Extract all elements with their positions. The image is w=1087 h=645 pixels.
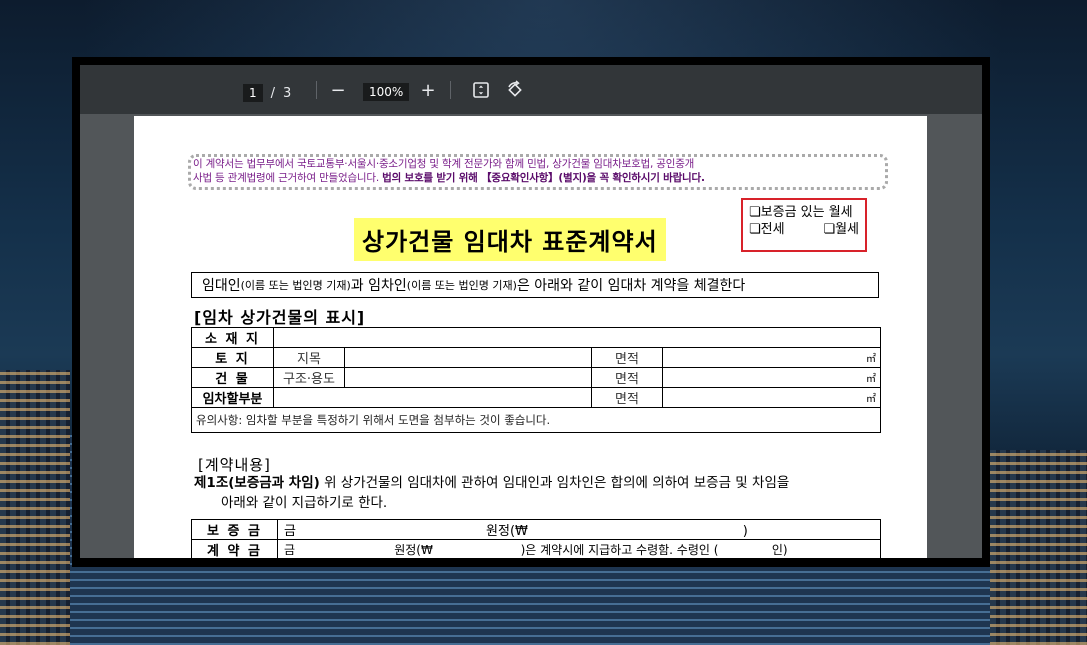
document-page: 이 계약서는 법무부에서 국토교통부·서울시·중소기업청 및 학계 전문가와 함…	[134, 116, 927, 558]
lease-type-box: ❏보증금 있는 월세 ❏전세 ❏월세	[741, 198, 867, 252]
landlord-label: 임대인	[202, 278, 241, 294]
area-label: 면적	[591, 367, 663, 388]
page-separator: /	[270, 85, 276, 101]
parties-statement: 임대인 (이름 또는 법인명 기재) 과 임차인 (이름 또는 법인명 기재) 은 아래…	[191, 272, 879, 298]
table-note: 유의사항: 임차할 부분을 특정하기 위해서 도면을 첨부하는 것이 좋습니다.	[191, 407, 881, 433]
payment-table: 보 증 금 금 원정(₩ ) 계 약 금 금 원정(₩)은 계약시에 지급하고…	[191, 519, 881, 558]
area-unit[interactable]: ㎡	[662, 387, 881, 408]
area-label: 면적	[591, 347, 663, 368]
building	[0, 370, 70, 645]
rotate-icon	[508, 80, 522, 97]
zoom-out-button[interactable]: −	[326, 78, 350, 102]
table-row: 유의사항: 임차할 부분을 특정하기 위해서 도면을 첨부하는 것이 좋습니다.	[191, 407, 881, 433]
lease-part-cell[interactable]	[273, 387, 592, 408]
table-row: 보 증 금 금 원정(₩ )	[191, 519, 881, 540]
table-row: 토 지 지목 면적 ㎡	[191, 347, 881, 368]
pdf-viewer: 1 / 3 − 100% + 이 계약서는 법무부에서 국토교통부·서울시·중소…	[72, 57, 990, 567]
lease-option-monthly[interactable]: ❏월세	[823, 221, 859, 238]
building	[110, 560, 990, 645]
total-pages: 3	[283, 85, 292, 101]
sub-header: 지목	[273, 347, 345, 368]
pdf-toolbar: 1 / 3 − 100% +	[80, 65, 982, 114]
notice-bold: 법의 보호를 받기 위해 【중요확인사항】(별지)을 꼭 확인하시기 바랍니다.	[382, 172, 705, 184]
notice-line1: 이 계약서는 법무부에서 국토교통부·서울시·중소기업청 및 학계 전문가와 함…	[193, 158, 695, 170]
rotate-button[interactable]	[503, 78, 527, 102]
section-contract-heading: [계약내용]	[198, 456, 271, 474]
legal-notice: 이 계약서는 법무부에서 국토교통부·서울시·중소기업청 및 학계 전문가와 함…	[188, 154, 888, 190]
article-1: 제1조(보증금과 차임) 위 상가건물의 임대차에 관하여 임대인과 임차인은 …	[194, 473, 884, 513]
row-header: 건 물	[191, 367, 274, 388]
toolbar-divider	[316, 81, 317, 99]
table-row: 계 약 금 금 원정(₩ )은 계약시에 지급하고 수령함. 수령인 ( 인)	[191, 539, 881, 558]
building-cell[interactable]	[344, 367, 592, 388]
article-1-title: 제1조(보증금과 차임)	[194, 475, 320, 491]
tenant-note: (이름 또는 법인명 기재)	[406, 279, 517, 292]
land-cell[interactable]	[344, 347, 592, 368]
deposit-cell[interactable]: 금 원정(₩ )	[277, 519, 881, 540]
document-title: 상가건물 임대차 표준계약서	[354, 218, 666, 261]
toolbar-divider	[450, 81, 451, 99]
table-row: 건 물 구조·용도 면적 ㎡	[191, 367, 881, 388]
row-header: 계 약 금	[191, 539, 278, 558]
row-header: 보 증 금	[191, 519, 278, 540]
contract-deposit-cell[interactable]: 금 원정(₩ )은 계약시에 지급하고 수령함. 수령인 ( 인)	[277, 539, 881, 558]
row-header: 토 지	[191, 347, 274, 368]
landlord-note: (이름 또는 법인명 기재)	[240, 279, 351, 292]
tenant-label: 과 임차인	[350, 278, 407, 294]
fit-page-button[interactable]	[469, 78, 493, 102]
building	[990, 450, 1087, 645]
row-header: 임차할부분	[191, 387, 274, 408]
article-1-text: 위 상가건물의 임대차에 관하여 임대인과 임차인은 합의에 의하여 보증금 및…	[319, 475, 790, 491]
page-indicator: 1 / 3	[243, 84, 291, 102]
location-cell[interactable]	[273, 327, 881, 348]
table-row: 소 재 지	[191, 327, 881, 348]
lease-option-jeonse[interactable]: ❏전세	[749, 221, 785, 238]
notice-line2: 사법 등 관계법령에 근거하여 만들었습니다.	[193, 172, 379, 184]
area-unit[interactable]: ㎡	[662, 347, 881, 368]
area-unit[interactable]: ㎡	[662, 367, 881, 388]
lease-option-deposit-monthly[interactable]: ❏보증금 있는 월세	[749, 204, 859, 221]
table-row: 임차할부분 면적 ㎡	[191, 387, 881, 408]
zoom-in-button[interactable]: +	[416, 78, 440, 102]
area-label: 면적	[591, 387, 663, 408]
document-canvas[interactable]: 이 계약서는 법무부에서 국토교통부·서울시·중소기업청 및 학계 전문가와 함…	[80, 114, 982, 558]
property-table: 소 재 지 토 지 지목 면적 ㎡ 건 물 구조·용도 면적 ㎡ 임차할부분 면…	[191, 327, 881, 433]
parties-rest: 은 아래와 같이 임대차 계약을 체결한다	[516, 278, 746, 294]
fit-page-icon	[473, 82, 489, 98]
row-header: 소 재 지	[191, 327, 274, 348]
zoom-level-input[interactable]: 100%	[363, 83, 410, 101]
section-property-heading: [임차 상가건물의 표시]	[194, 308, 366, 327]
article-1-text-cont: 아래와 같이 지급하기로 한다.	[221, 495, 388, 511]
current-page-input[interactable]: 1	[243, 84, 263, 102]
sub-header: 구조·용도	[273, 367, 345, 388]
